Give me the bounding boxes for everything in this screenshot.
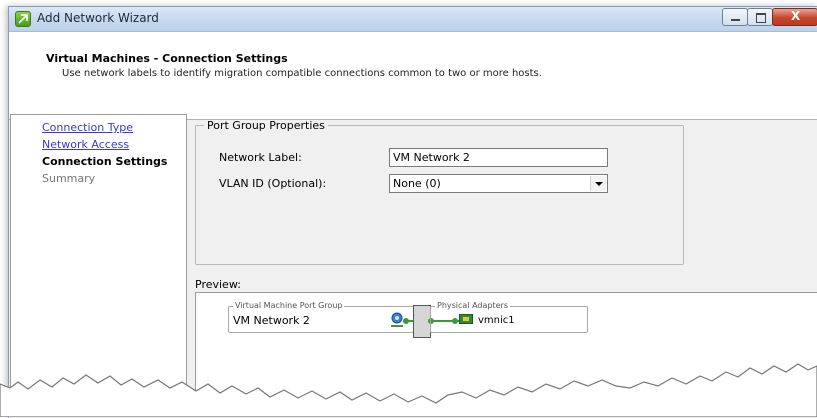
page-subtitle: Use network labels to identify migration… (62, 68, 542, 79)
wizard-header: Virtual Machines - Connection Settings U… (9, 32, 817, 120)
window-title: Add Network Wizard (37, 11, 159, 25)
network-label-input[interactable]: VM Network 2 (389, 148, 608, 167)
vm-port-group-name: VM Network 2 (233, 314, 310, 327)
step-summary: Summary (42, 172, 96, 185)
maximize-button[interactable] (747, 8, 773, 26)
vlan-id-select[interactable]: None (0) (389, 174, 608, 193)
vlan-id-value: None (0) (393, 177, 441, 190)
vlan-id-caption: VLAN ID (Optional): (219, 177, 327, 190)
step-network-access[interactable]: Network Access (42, 138, 129, 151)
step-connection-type[interactable]: Connection Type (42, 121, 133, 134)
close-icon: X (791, 9, 801, 23)
connector-dot-left (403, 318, 409, 324)
step-connection-settings: Connection Settings (42, 155, 168, 168)
network-wizard-icon (15, 11, 31, 27)
close-button[interactable]: X (772, 8, 817, 26)
minimize-button[interactable] (722, 8, 748, 26)
dropdown-arrow-icon[interactable] (590, 176, 606, 191)
vm-port-group-caption: Virtual Machine Port Group (233, 301, 345, 310)
preview-label: Preview: (195, 278, 241, 291)
title-bar[interactable]: Add Network Wizard X (9, 7, 817, 32)
network-label-caption: Network Label: (219, 151, 302, 164)
page-title: Virtual Machines - Connection Settings (46, 52, 288, 65)
physical-nic-icon (459, 314, 473, 324)
adapter-name: vmnic1 (478, 315, 515, 326)
port-group-legend: Port Group Properties (207, 119, 325, 132)
physical-adapters-caption: Physical Adapters (435, 301, 510, 310)
